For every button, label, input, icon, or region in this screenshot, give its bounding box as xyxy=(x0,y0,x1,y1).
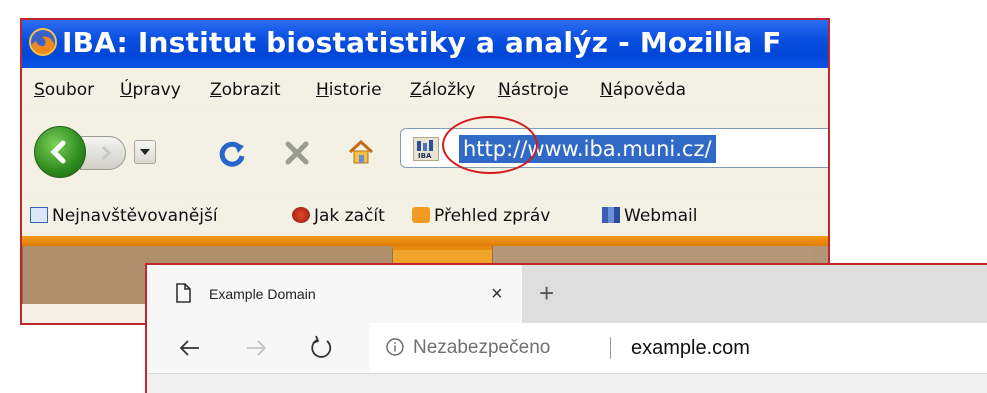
menu-historie[interactable]: Historie xyxy=(316,70,382,110)
menu-napoveda[interactable]: Nápověda xyxy=(600,70,686,110)
window-titlebar: IBA: Institut biostatistiky a analýz - M… xyxy=(22,20,828,68)
site-favicon-icon: IBA xyxy=(413,137,439,161)
navigation-toolbar-modern: Nezabezpečeno example.com xyxy=(147,323,987,373)
bookmark-webmail[interactable]: Webmail xyxy=(602,196,698,236)
forward-button[interactable] xyxy=(80,136,126,170)
svg-text:IBA: IBA xyxy=(418,152,432,160)
folder-bookmark-icon xyxy=(30,207,48,223)
menu-soubor[interactable]: Soubor xyxy=(34,70,94,110)
home-icon[interactable] xyxy=(347,138,375,166)
menu-nastroje[interactable]: Nástroje xyxy=(498,70,569,110)
address-divider xyxy=(610,337,611,359)
close-tab-icon[interactable]: × xyxy=(491,265,503,323)
firefox-logo-icon xyxy=(29,28,57,56)
back-arrow-icon[interactable] xyxy=(177,335,203,361)
back-arrow-icon xyxy=(50,140,66,164)
firefox-red-icon xyxy=(292,207,310,223)
info-icon[interactable] xyxy=(385,337,405,357)
not-secure-label: Nezabezpečeno xyxy=(413,337,551,358)
tab-strip: Example Domain × + xyxy=(147,265,987,323)
protocol-highlight-annotation xyxy=(442,116,538,174)
tab-title: Example Domain xyxy=(209,286,316,302)
cba-site-icon xyxy=(602,207,620,223)
chevron-right-icon xyxy=(101,145,112,161)
navigation-toolbar: IBA http://www.iba.muni.cz/ xyxy=(22,112,828,194)
menu-upravy[interactable]: Úpravy xyxy=(120,70,181,110)
menu-zalozky[interactable]: Záložky xyxy=(410,70,475,110)
window-title: IBA: Institut biostatistiky a analýz - M… xyxy=(62,26,782,59)
new-tab-icon[interactable]: + xyxy=(539,265,554,321)
stop-icon[interactable] xyxy=(284,140,310,166)
url-text[interactable]: example.com xyxy=(631,323,750,373)
forward-arrow-icon[interactable] xyxy=(243,335,269,361)
bookmark-news-feed[interactable]: Přehled zpráv xyxy=(412,196,550,236)
history-dropdown-button[interactable] xyxy=(134,140,156,164)
page-content-area-modern xyxy=(147,373,987,393)
bookmarks-toolbar: Nejnavštěvovanější Jak začít Přehled zpr… xyxy=(22,196,828,236)
modern-browser-window: Example Domain × + Nezabezpečeno example… xyxy=(145,263,987,393)
page-accent-strip xyxy=(22,236,828,246)
address-bar-modern[interactable]: Nezabezpečeno example.com xyxy=(369,323,987,373)
bookmark-most-visited[interactable]: Nejnavštěvovanější xyxy=(30,196,218,236)
refresh-icon[interactable] xyxy=(307,334,335,362)
page-icon xyxy=(176,283,191,303)
menu-zobrazit[interactable]: Zobrazit xyxy=(210,70,281,110)
menu-bar: Soubor Úpravy Zobrazit Historie Záložky … xyxy=(22,70,828,110)
bookmark-getting-started[interactable]: Jak začít xyxy=(292,196,385,236)
rss-feed-icon xyxy=(412,207,430,223)
dropdown-arrow-icon xyxy=(140,149,150,155)
back-button[interactable] xyxy=(34,126,86,178)
reload-icon[interactable] xyxy=(218,140,246,168)
tab-example-domain[interactable]: Example Domain × xyxy=(147,265,522,323)
